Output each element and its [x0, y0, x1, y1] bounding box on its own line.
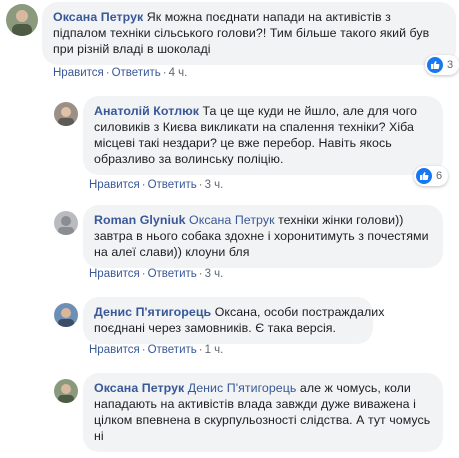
avatar[interactable] [54, 379, 78, 403]
like-link[interactable]: Нравится [89, 179, 140, 191]
avatar[interactable] [54, 102, 78, 126]
comment-text-line: місцеві такі нездари? це вже перебор. На… [94, 136, 392, 150]
comment-text-line: підпалом техніки сільського голови?! Тим… [53, 26, 430, 40]
avatar[interactable] [6, 4, 38, 36]
reply-link[interactable]: Ответить [148, 179, 197, 191]
mention-link[interactable]: Оксана Петрук [189, 213, 275, 227]
comment-author[interactable]: Анатолій Котлюк [94, 104, 199, 118]
comment-author[interactable]: Оксана Петрук [94, 381, 184, 395]
comment-text-line: але ж чомусь, коли [299, 381, 411, 395]
reply-link[interactable]: Ответить [148, 344, 197, 356]
comment-actions: Нравится · Ответить · 1 ч. [89, 344, 224, 356]
like-link[interactable]: Нравится [89, 344, 140, 356]
comment-author[interactable]: Денис П'ятигорець [94, 305, 211, 319]
comment-bubble: Денис П'ятигорець Оксана, особи постражд… [83, 297, 384, 344]
comment-bubble: Анатолій Котлюк Та це ще куди не йшло, а… [83, 96, 443, 175]
comment-actions: Нравится · Ответить · 3 ч. [89, 268, 224, 280]
comment-time[interactable]: 4 ч. [169, 67, 188, 79]
comment-author[interactable]: Roman Glyniuk [94, 213, 186, 227]
comment-text-line: образливо за волинську поліцію. [94, 152, 284, 166]
avatar[interactable] [54, 211, 78, 235]
comment-text-line: на алеї слави)) клоуни бля [94, 245, 250, 259]
comment-text-line: цілком впевнена в скурпульозності слідст… [94, 413, 431, 427]
reaction-count[interactable]: 3 [425, 55, 459, 75]
comment-text-line: при різній владі в шоколаді [53, 42, 211, 56]
comment-text-line: Та це ще куди не йшло, але для чого [202, 104, 417, 118]
reply-link[interactable]: Ответить [112, 67, 161, 79]
comment-text-line: ні [94, 429, 104, 443]
comment-text-line: Як можна поєднати напади на активістів з [146, 10, 391, 24]
avatar[interactable] [54, 303, 78, 327]
comment-text-line: завтра в нього собака здохне і хоронитим… [94, 229, 429, 243]
comment-text-line: силовиків з Києва викликати на спалення … [94, 120, 414, 134]
comment-time[interactable]: 3 ч. [205, 179, 224, 191]
comment-actions: Нравится · Ответить · 4 ч. [53, 67, 188, 79]
comment-text-line: поєднані через замовників. Є така версія… [94, 321, 337, 335]
comment-author[interactable]: Оксана Петрук [53, 10, 143, 24]
comment-bubble: Roman Glyniuk Оксана Петрук техніки жінк… [83, 205, 443, 268]
like-link[interactable]: Нравится [53, 67, 104, 79]
like-icon [427, 57, 443, 73]
reaction-count[interactable]: 6 [414, 166, 449, 186]
comment-actions: Нравится · Ответить · 3 ч. [89, 179, 224, 191]
comment-text-line: нападають на активістів влада завжди дуж… [94, 397, 416, 411]
comment-bubble: Оксана Петрук Денис П'ятигорець але ж чо… [83, 373, 443, 452]
comment-time[interactable]: 3 ч. [205, 268, 224, 280]
like-icon [416, 168, 432, 184]
comment-bubble: Оксана Петрук Як можна поєднати напади н… [42, 2, 456, 65]
comment-text-line: Оксана, особи постраждалих [214, 305, 385, 319]
comment-time[interactable]: 1 ч. [205, 344, 224, 356]
mention-link[interactable]: Денис П'ятигорець [188, 381, 297, 395]
like-link[interactable]: Нравится [89, 268, 140, 280]
reply-link[interactable]: Ответить [148, 268, 197, 280]
comment-text-line: техніки жінки голови)) [278, 213, 404, 227]
